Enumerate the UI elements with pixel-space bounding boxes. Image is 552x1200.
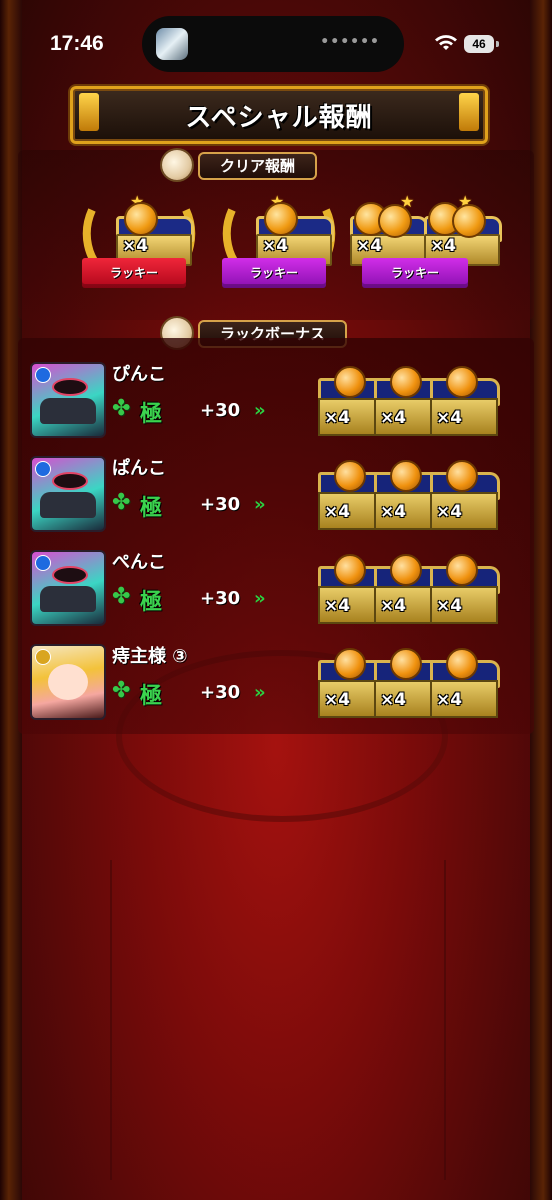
app-thumbnail-icon	[156, 28, 188, 60]
clover-icon: ✤	[112, 584, 131, 609]
chest-multiplier: ×4	[436, 690, 463, 710]
list-item: ぱんこ ✤ 極 +30 » ×4 ×4 ×4	[28, 450, 528, 536]
chest-multiplier: ×4	[324, 690, 351, 710]
clear-reward-header: クリア報酬	[162, 150, 362, 180]
double-arrow-icon: »	[254, 588, 266, 609]
player-name: 痔主様 ③	[112, 646, 188, 667]
luck-rank: 極	[140, 590, 163, 615]
chest-multiplier: ×4	[436, 408, 463, 428]
reward-multiplier: ×4	[262, 236, 289, 256]
avatar[interactable]	[30, 550, 106, 626]
luck-rank: 極	[140, 496, 163, 521]
player-name: ぱんこ	[112, 458, 166, 479]
clear-reward-item: ★ ×4 ラッキー	[72, 190, 208, 310]
chest-multiplier: ×4	[380, 408, 407, 428]
status-time: 17:46	[50, 32, 104, 55]
chest-icon: ×4	[430, 366, 500, 436]
reward-multiplier: ×4	[430, 236, 457, 256]
status-bar: 17:46 •••••• 46	[0, 0, 552, 80]
battery-tip	[496, 41, 499, 47]
title-banner: スペシャル報酬	[70, 86, 488, 144]
clover-icon: ✤	[112, 490, 131, 515]
luck-rank: 極	[140, 402, 163, 427]
reward-multiplier: ×4	[356, 236, 383, 256]
chest-multiplier: ×4	[436, 596, 463, 616]
chest-icon: ×4	[350, 202, 428, 266]
clover-icon: ✤	[112, 678, 131, 703]
luck-rank: 極	[140, 684, 163, 709]
chest-icon: ×4	[116, 202, 194, 266]
chest-multiplier: ×4	[380, 690, 407, 710]
chest-icon: ×4	[430, 554, 500, 624]
clear-reward-item: ★ ★ ×4 ×4 ラッキー	[344, 190, 504, 310]
double-arrow-icon: »	[254, 494, 266, 515]
luck-bonus-list: ぴんこ ✤ 極 +30 » ×4 ×4 ×4 ぱんこ ✤ 極 +30 » ×4 …	[18, 338, 534, 734]
avatar[interactable]	[30, 362, 106, 438]
chest-multiplier: ×4	[380, 596, 407, 616]
chest-group: ×4 ×4 ×4	[318, 552, 518, 624]
chest-multiplier: ×4	[324, 596, 351, 616]
lucky-ribbon: ラッキー	[82, 258, 186, 288]
page-title: スペシャル報酬	[185, 103, 373, 133]
chest-multiplier: ×4	[436, 502, 463, 522]
avatar[interactable]	[30, 456, 106, 532]
list-item: ぴんこ ✤ 極 +30 » ×4 ×4 ×4	[28, 356, 528, 442]
player-name: ぺんこ	[112, 552, 166, 573]
reward-multiplier: ×4	[122, 236, 149, 256]
luck-bonus-value: +30	[200, 682, 241, 703]
clear-reward-label: クリア報酬	[198, 152, 318, 180]
chest-icon: ×4	[256, 202, 334, 266]
clover-icon: ✤	[112, 396, 131, 421]
chest-icon: ×4	[430, 460, 500, 530]
luck-bonus-value: +30	[200, 588, 241, 609]
chest-group: ×4 ×4 ×4	[318, 646, 518, 718]
luck-bonus-value: +30	[200, 400, 241, 421]
chest-group: ×4 ×4 ×4	[318, 364, 518, 436]
list-item: 痔主様 ③ ✤ 極 +30 » ×4 ×4 ×4	[28, 638, 528, 724]
island-dots: ••••••	[320, 34, 380, 50]
chest-multiplier: ×4	[380, 502, 407, 522]
avatar[interactable]	[30, 644, 106, 720]
double-arrow-icon: »	[254, 400, 266, 421]
wifi-icon	[435, 35, 457, 50]
background-lines	[110, 860, 446, 1180]
player-name: ぴんこ	[112, 364, 166, 385]
list-item: ぺんこ ✤ 極 +30 » ×4 ×4 ×4	[28, 544, 528, 630]
lucky-ribbon: ラッキー	[222, 258, 326, 288]
chest-multiplier: ×4	[324, 408, 351, 428]
battery-icon: 46	[464, 35, 494, 53]
dynamic-island[interactable]: ••••••	[142, 16, 404, 72]
double-arrow-icon: »	[254, 682, 266, 703]
clear-reward-item: ★ ×4 ラッキー	[212, 190, 348, 310]
coin-icon	[162, 150, 192, 180]
chest-icon: ×4	[424, 202, 502, 266]
luck-bonus-value: +30	[200, 494, 241, 515]
lucky-ribbon: ラッキー	[362, 258, 468, 288]
chest-group: ×4 ×4 ×4	[318, 458, 518, 530]
chest-icon: ×4	[430, 648, 500, 718]
chest-multiplier: ×4	[324, 502, 351, 522]
